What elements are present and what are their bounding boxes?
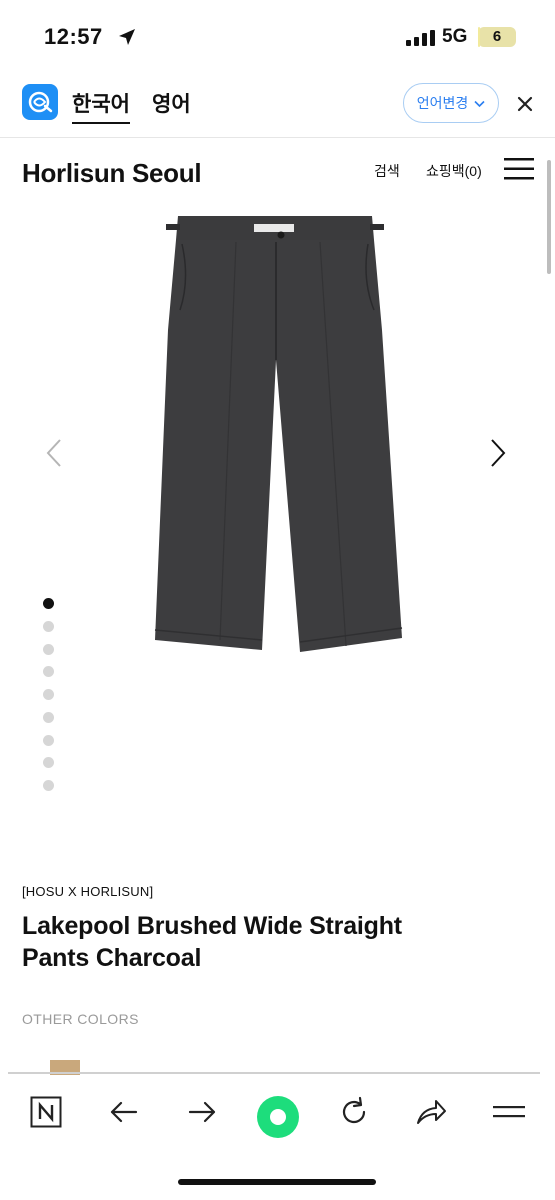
pagination-dot[interactable] — [43, 666, 54, 678]
other-colors-heading: OTHER COLORS — [22, 1011, 139, 1027]
pagination-dot[interactable] — [43, 598, 54, 609]
cell-signal-icon — [406, 30, 435, 46]
pagination-dot[interactable] — [43, 643, 54, 655]
toolbar-menu-icon[interactable] — [493, 1104, 525, 1120]
share-icon[interactable] — [414, 1096, 448, 1128]
toolbar-divider — [8, 1072, 540, 1074]
language-tab-korean[interactable]: 한국어 — [72, 88, 130, 124]
language-change-button[interactable]: 언어변경 — [403, 83, 499, 123]
forward-arrow-icon[interactable] — [186, 1096, 218, 1128]
battery-icon: 6 — [478, 27, 516, 47]
site-logo[interactable]: Horlisun Seoul — [22, 158, 202, 189]
status-time: 12:57 — [44, 24, 103, 49]
battery-percent: 6 — [492, 28, 502, 45]
divider — [0, 137, 555, 138]
product-image[interactable] — [150, 210, 410, 658]
pagination-dot[interactable] — [43, 711, 54, 723]
scrollbar[interactable] — [547, 160, 551, 274]
next-image-chevron-icon[interactable] — [488, 438, 508, 468]
search-link[interactable]: 검색 — [374, 161, 400, 181]
shopping-bag-link[interactable]: 쇼핑백(0) — [426, 161, 482, 181]
reload-icon[interactable] — [338, 1096, 370, 1128]
home-indicator[interactable] — [178, 1179, 376, 1185]
record-icon[interactable] — [256, 1095, 300, 1139]
menu-icon[interactable] — [504, 158, 534, 180]
chevron-down-icon — [474, 100, 485, 108]
product-title: Lakepool Brushed Wide Straight Pants Cha… — [22, 912, 402, 972]
previous-image-chevron-icon[interactable] — [44, 438, 64, 468]
collaboration-label: [HOSU X HORLISUN] — [22, 884, 154, 899]
network-type: 5G — [442, 26, 468, 47]
close-icon[interactable] — [517, 96, 533, 112]
papago-logo-icon[interactable] — [22, 84, 58, 120]
pagination-dot[interactable] — [43, 620, 54, 632]
language-change-label: 언어변경 — [416, 95, 469, 111]
language-tab-english[interactable]: 영어 — [152, 88, 191, 118]
pagination-dot[interactable] — [43, 757, 54, 769]
pagination-dot[interactable] — [43, 734, 54, 746]
pagination-dot[interactable] — [43, 689, 54, 700]
location-arrow-icon — [119, 29, 135, 45]
pagination-dot[interactable] — [43, 780, 54, 791]
back-arrow-icon[interactable] — [108, 1096, 140, 1128]
naver-home-icon[interactable] — [30, 1096, 62, 1128]
